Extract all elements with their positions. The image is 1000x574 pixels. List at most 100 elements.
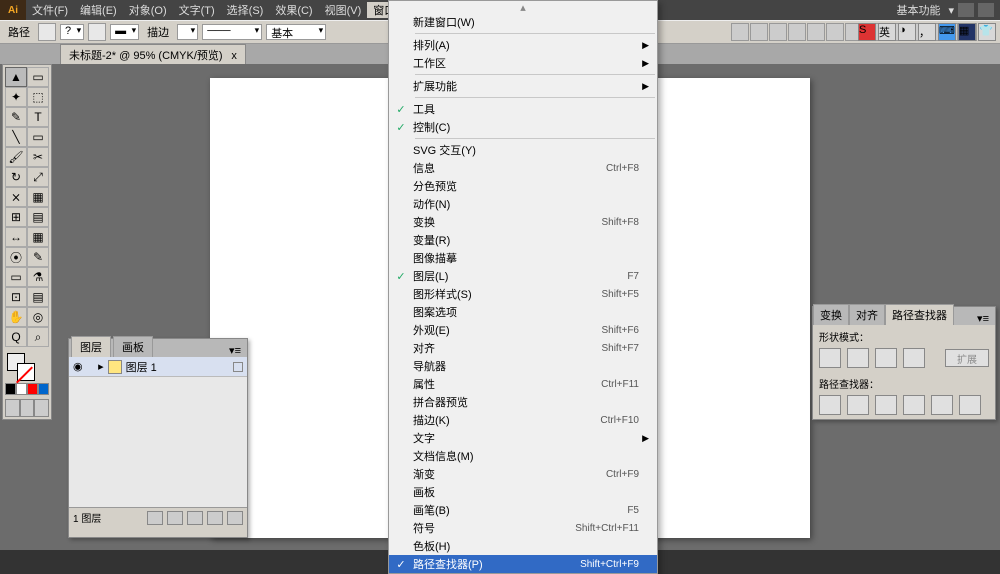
tool-button[interactable]: ↻ <box>5 167 27 187</box>
tool-button[interactable]: 🖌 <box>5 147 27 167</box>
tool-button[interactable]: ◎ <box>27 307 49 327</box>
sogou-icon[interactable]: S <box>858 23 876 41</box>
lock-slot[interactable] <box>91 361 94 373</box>
menu-item[interactable]: 分色预览 <box>389 177 657 195</box>
tool-button[interactable]: ▦ <box>27 187 49 207</box>
menu-item[interactable]: ✓控制(C) <box>389 118 657 136</box>
menu-type[interactable]: 文字(T) <box>173 2 221 18</box>
maximize-button[interactable] <box>978 3 994 17</box>
tool-button[interactable]: ▭ <box>27 127 49 147</box>
align-btn[interactable] <box>807 23 825 41</box>
menu-item[interactable]: ✓路径查找器(P)Shift+Ctrl+F9 <box>389 555 657 573</box>
tool-button[interactable]: ▭ <box>27 67 49 87</box>
pathfinder-panel[interactable]: 变换 对齐 路径查找器 ▾≡ 形状模式： 扩展 路径查找器： <box>812 306 996 420</box>
menu-item[interactable]: 变量(R) <box>389 231 657 249</box>
tab-layers[interactable]: 图层 <box>71 336 111 357</box>
stroke-swatch[interactable] <box>88 23 106 41</box>
minus-back-button[interactable] <box>959 395 981 415</box>
tool-button[interactable]: ╲ <box>5 127 27 147</box>
menu-item[interactable]: 图案选项 <box>389 303 657 321</box>
menu-select[interactable]: 选择(S) <box>221 2 270 18</box>
align-btn[interactable] <box>788 23 806 41</box>
ime-pad-icon[interactable]: ▦ <box>958 23 976 41</box>
menu-item[interactable]: 描边(K)Ctrl+F10 <box>389 411 657 429</box>
menu-item[interactable]: 拼合器预览 <box>389 393 657 411</box>
align-btn[interactable] <box>731 23 749 41</box>
tool-button[interactable]: ✦ <box>5 87 27 107</box>
panel-menu-icon[interactable]: ▾≡ <box>223 344 247 357</box>
new-sublayer-icon[interactable] <box>187 511 203 525</box>
ime-keyboard-icon[interactable]: ⌨ <box>938 23 956 41</box>
make-clip-icon[interactable] <box>167 511 183 525</box>
menu-item[interactable]: SVG 交互(Y) <box>389 141 657 159</box>
menu-item[interactable]: ✓工具 <box>389 100 657 118</box>
stroke-color[interactable] <box>17 363 35 381</box>
divide-button[interactable] <box>819 395 841 415</box>
tool-button[interactable]: ▦ <box>27 227 49 247</box>
exclude-button[interactable] <box>903 348 925 368</box>
color-chip[interactable] <box>5 383 16 395</box>
draw-mode[interactable] <box>20 399 35 417</box>
tool-button[interactable]: ⦿ <box>5 247 27 267</box>
outline-button[interactable] <box>931 395 953 415</box>
tool-button[interactable]: Q <box>5 327 27 347</box>
menu-item[interactable]: 属性Ctrl+F11 <box>389 375 657 393</box>
menu-item[interactable]: 信息Ctrl+F8 <box>389 159 657 177</box>
menu-item[interactable]: 渐变Ctrl+F9 <box>389 465 657 483</box>
merge-button[interactable] <box>875 395 897 415</box>
align-btn[interactable] <box>826 23 844 41</box>
menu-item[interactable]: 扩展功能▶ <box>389 77 657 95</box>
menu-item[interactable]: 符号Shift+Ctrl+F11 <box>389 519 657 537</box>
tab-transform[interactable]: 变换 <box>813 304 849 325</box>
close-tab-icon[interactable]: x <box>231 50 237 62</box>
color-chip[interactable] <box>38 383 49 395</box>
expand-button[interactable]: 扩展 <box>945 349 989 367</box>
menu-item[interactable]: 排列(A)▶ <box>389 36 657 54</box>
tool-button[interactable]: ⤢ <box>27 167 49 187</box>
menu-item[interactable]: 文字▶ <box>389 429 657 447</box>
tool-button[interactable]: ⚗ <box>27 267 49 287</box>
tool-button[interactable]: ↔ <box>5 227 27 247</box>
menu-item[interactable]: ✓图层(L)F7 <box>389 267 657 285</box>
tool-button[interactable]: ✎ <box>5 107 27 127</box>
menu-view[interactable]: 视图(V) <box>319 2 368 18</box>
minimize-button[interactable] <box>958 3 974 17</box>
align-btn[interactable] <box>769 23 787 41</box>
crop-button[interactable] <box>903 395 925 415</box>
layer-row[interactable]: ◉ ▸ 图层 1 <box>69 357 247 377</box>
menu-item[interactable]: 色板(H) <box>389 537 657 555</box>
menu-item[interactable]: 图像描摹 <box>389 249 657 267</box>
color-chip[interactable] <box>16 383 27 395</box>
tool-button[interactable]: ▭ <box>5 267 27 287</box>
stroke-profile[interactable]: ─── <box>202 24 262 40</box>
tool-button[interactable]: ⊡ <box>5 287 27 307</box>
menu-item[interactable]: 文档信息(M) <box>389 447 657 465</box>
document-tab[interactable]: 未标题-2* @ 95% (CMYK/预览) x <box>60 44 246 65</box>
tab-pathfinder[interactable]: 路径查找器 <box>885 304 954 325</box>
menu-object[interactable]: 对象(O) <box>123 2 173 18</box>
target-icon[interactable] <box>233 362 243 372</box>
tool-button[interactable]: ⨯ <box>5 187 27 207</box>
brush-def[interactable]: 基本 <box>266 24 326 40</box>
scroll-up-icon[interactable]: ▴ <box>389 1 657 13</box>
tool-button[interactable]: ▤ <box>27 207 49 227</box>
tool-button[interactable]: ⊞ <box>5 207 27 227</box>
tool-button[interactable]: ▲ <box>5 67 27 87</box>
draw-mode[interactable] <box>5 399 20 417</box>
menu-item[interactable]: 导航器 <box>389 357 657 375</box>
tool-button[interactable]: ✎ <box>27 247 49 267</box>
tool-button[interactable]: ✂ <box>27 147 49 167</box>
new-layer-icon[interactable] <box>207 511 223 525</box>
menu-file[interactable]: 文件(F) <box>26 2 74 18</box>
panel-menu-icon[interactable]: ▾≡ <box>971 312 995 325</box>
fill-dropdown[interactable]: ? <box>60 24 84 40</box>
tool-button[interactable]: T <box>27 107 49 127</box>
color-swatches[interactable] <box>5 351 49 381</box>
ime-skin-icon[interactable]: 👕 <box>978 23 996 41</box>
locate-icon[interactable] <box>147 511 163 525</box>
intersect-button[interactable] <box>875 348 897 368</box>
unite-button[interactable] <box>819 348 841 368</box>
stroke-weight[interactable] <box>177 24 198 40</box>
menu-item[interactable]: 图形样式(S)Shift+F5 <box>389 285 657 303</box>
stroke-dropdown[interactable]: ▬ <box>110 24 139 40</box>
